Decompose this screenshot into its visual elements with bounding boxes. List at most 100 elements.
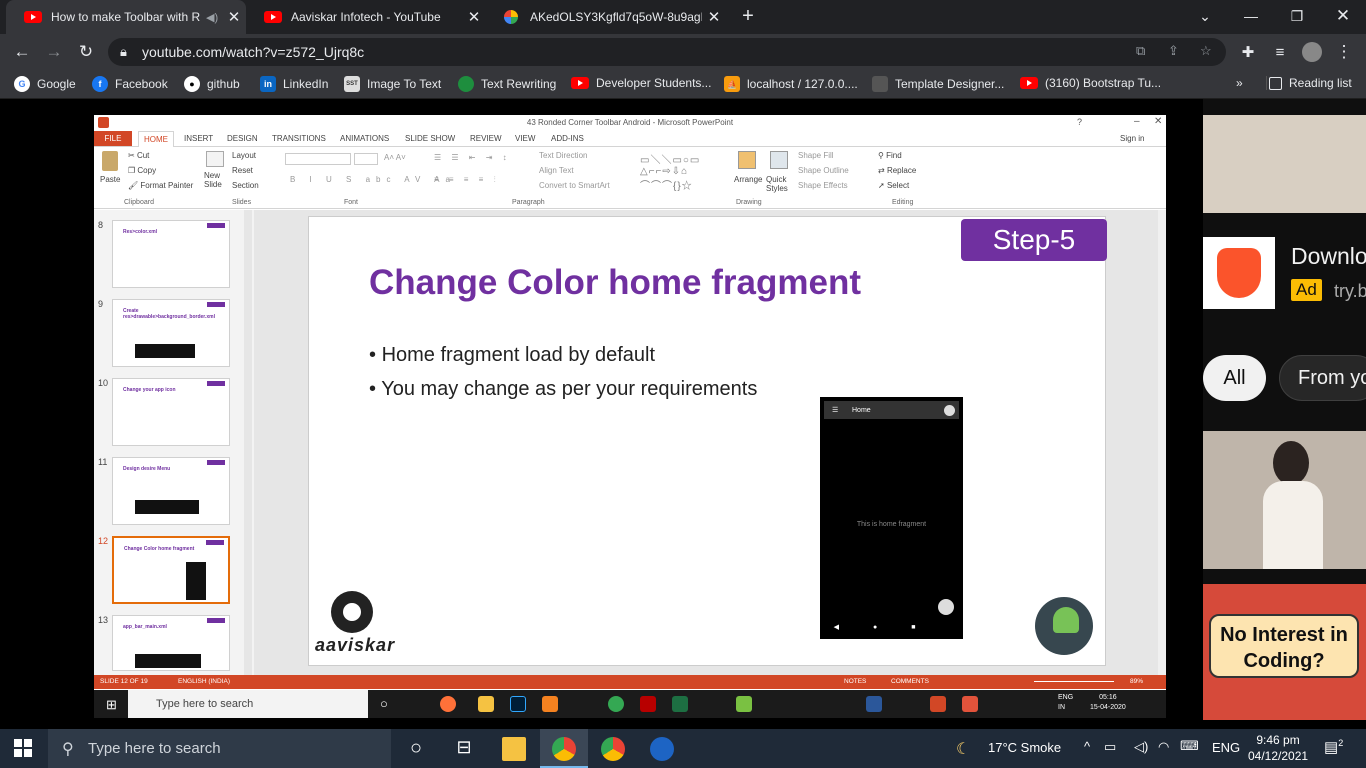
zoom-slider[interactable]: [1034, 681, 1114, 682]
file-explorer-icon[interactable]: [502, 737, 526, 761]
bookmark-star-icon[interactable]: ☆: [1200, 43, 1212, 59]
speaker-icon[interactable]: ◀): [206, 11, 218, 24]
bookmark-text-rewriting[interactable]: Text Rewriting: [458, 76, 556, 92]
notifications-icon[interactable]: ▤2: [1324, 738, 1343, 756]
brave-icon[interactable]: [1203, 237, 1275, 309]
copy-button[interactable]: ❐ Copy: [128, 166, 156, 175]
current-slide[interactable]: Step-5 Change Color home fragment • Home…: [308, 216, 1107, 666]
bookmark-developer-students[interactable]: Developer Students...: [571, 76, 711, 90]
list-icons[interactable]: ☰ ☰ ⇤ ⇥ ↕: [434, 153, 511, 162]
thumbnail-scrollbar[interactable]: [244, 210, 252, 675]
wifi-icon[interactable]: ◠: [1158, 739, 1169, 755]
ppt-minimize-button[interactable]: –: [1134, 116, 1140, 127]
open-in-app-icon[interactable]: ⧉: [1136, 43, 1145, 59]
lock-icon[interactable]: 🔒︎: [120, 44, 127, 60]
shapes-gallery[interactable]: ▭＼＼▭○▭ △⌐⌐⇨⇩⌂ ⌒⌒⌒{}☆: [640, 151, 700, 192]
align-icons[interactable]: ≡ ≡ ≡ ≡ ⫶: [434, 175, 500, 185]
chrome-profile-icon[interactable]: [601, 737, 625, 761]
arrange-button[interactable]: Arrange: [734, 175, 762, 184]
bookmark-google[interactable]: G Google: [14, 76, 76, 92]
tab-design[interactable]: DESIGN: [227, 134, 258, 143]
tab-insert[interactable]: INSERT: [184, 134, 213, 143]
tab-file[interactable]: FILE: [94, 131, 132, 146]
shape-fill-button[interactable]: Shape Fill: [798, 151, 834, 160]
tab-transitions[interactable]: TRANSITIONS: [272, 134, 326, 143]
video-thumbnail[interactable]: No Interest in Coding?: [1203, 584, 1366, 720]
select-button[interactable]: ➚ Select: [878, 181, 909, 190]
back-icon[interactable]: ←: [10, 40, 34, 64]
slide-thumbnail-9[interactable]: Create res>drawable>background_border.xm…: [112, 299, 230, 367]
bookmark-linkedin[interactable]: in LinkedIn: [260, 76, 328, 92]
cortana-icon[interactable]: ○: [404, 737, 428, 761]
ad-title[interactable]: Downlo: [1291, 243, 1366, 270]
bookmark-github[interactable]: ● github: [184, 76, 240, 92]
bookmark-localhost[interactable]: ⛵ localhost / 127.0.0....: [724, 76, 858, 92]
tray-chevron-icon[interactable]: ^: [1084, 739, 1090, 754]
sign-in-link[interactable]: Sign in: [1120, 134, 1144, 143]
video-thumbnail[interactable]: [1203, 431, 1366, 569]
ppt-close-button[interactable]: ✕: [1154, 116, 1162, 127]
grow-font-icon[interactable]: A˄ A˅: [384, 153, 406, 162]
chip-all[interactable]: All: [1203, 355, 1266, 401]
taskbar-search-box[interactable]: ⚲ Type here to search: [48, 729, 391, 768]
battery-icon[interactable]: ▭: [1104, 739, 1116, 755]
paste-button[interactable]: Paste: [100, 175, 120, 184]
keyboard-icon[interactable]: ⌨: [1180, 738, 1199, 754]
font-size-box[interactable]: [354, 153, 378, 165]
tab-aaviskar-channel[interactable]: Aaviskar Infotech - YouTube ✕: [246, 0, 486, 34]
quick-styles-button[interactable]: Quick Styles: [766, 175, 792, 193]
restore-button[interactable]: ❐: [1274, 0, 1320, 32]
menu-icon[interactable]: ⋮: [1332, 40, 1356, 64]
tab-add-ins[interactable]: ADD-INS: [551, 134, 584, 143]
bookmark-facebook[interactable]: f Facebook: [92, 76, 168, 92]
reload-icon[interactable]: ↻: [74, 40, 98, 64]
language-indicator[interactable]: ENG: [1212, 740, 1240, 755]
tab-google-drive[interactable]: AKedOLSY3Kgfld7q5oW-8u9agD ✕: [486, 0, 726, 34]
tab-view[interactable]: VIEW: [515, 134, 535, 143]
slide-thumbnail-12[interactable]: Change Color home fragment: [112, 536, 230, 604]
convert-smartart-button[interactable]: Convert to SmartArt: [539, 181, 610, 190]
chip-from-your-search[interactable]: From yo: [1279, 355, 1366, 401]
find-button[interactable]: ⚲ Find: [878, 151, 902, 160]
task-view-icon[interactable]: ⊟: [452, 737, 476, 761]
slide-thumbnail-13[interactable]: app_bar_main.xml: [112, 615, 230, 671]
tab-slide-show[interactable]: SLIDE SHOW: [405, 134, 455, 143]
layout-button[interactable]: Layout: [232, 151, 256, 160]
font-name-box[interactable]: [285, 153, 351, 165]
comments-button[interactable]: COMMENTS: [891, 678, 929, 685]
cut-button[interactable]: ✂ Cut: [128, 151, 149, 160]
slide-thumbnail-8[interactable]: Res>color.xml: [112, 220, 230, 288]
reset-button[interactable]: Reset: [232, 166, 253, 175]
text-direction-button[interactable]: Text Direction: [539, 151, 587, 160]
canvas-scrollbar[interactable]: [1158, 210, 1166, 675]
profile-avatar[interactable]: [1300, 40, 1324, 64]
extensions-icon[interactable]: ✚: [1236, 40, 1260, 64]
media-control-icon[interactable]: ≡: [1268, 40, 1292, 64]
app-icon[interactable]: [650, 737, 674, 761]
close-icon[interactable]: ✕: [222, 8, 246, 26]
slide-thumbnail-10[interactable]: Change your app icon: [112, 378, 230, 446]
weather-icon[interactable]: ☾: [956, 739, 970, 759]
address-bar[interactable]: 🔒︎ youtube.com/watch?v=z572_Ujrq8c ⧉ ⇪ ☆: [108, 38, 1226, 66]
reading-list-button[interactable]: Reading list: [1266, 76, 1352, 90]
window-close-button[interactable]: ✕: [1320, 0, 1366, 32]
weather-text[interactable]: 17°C Smoke: [988, 740, 1061, 755]
slide-thumbnail-11[interactable]: Design desire Menu: [112, 457, 230, 525]
more-bookmarks-button[interactable]: »: [1236, 76, 1243, 90]
new-tab-button[interactable]: +: [736, 0, 760, 32]
close-icon[interactable]: ✕: [462, 8, 486, 26]
volume-icon[interactable]: ◁): [1134, 739, 1148, 755]
bookmark-bootstrap[interactable]: (3160) Bootstrap Tu...: [1020, 76, 1161, 90]
shape-outline-button[interactable]: Shape Outline: [798, 166, 849, 175]
tab-home[interactable]: HOME: [138, 131, 174, 147]
zoom-level[interactable]: 89%: [1130, 678, 1143, 685]
minimize-button[interactable]: —: [1228, 0, 1274, 32]
language-status[interactable]: ENGLISH (INDIA): [178, 678, 230, 685]
video-thumbnail[interactable]: [1203, 115, 1366, 213]
taskbar-clock[interactable]: 9:46 pm 04/12/2021: [1248, 732, 1308, 764]
bookmark-template-designer[interactable]: Template Designer...: [872, 76, 1004, 92]
new-slide-button[interactable]: New Slide: [204, 171, 226, 189]
forward-icon[interactable]: →: [42, 40, 66, 64]
tab-youtube-video[interactable]: How to make Toolbar with R ◀) ✕: [6, 0, 246, 34]
tab-search-icon[interactable]: ⌄: [1182, 0, 1228, 32]
